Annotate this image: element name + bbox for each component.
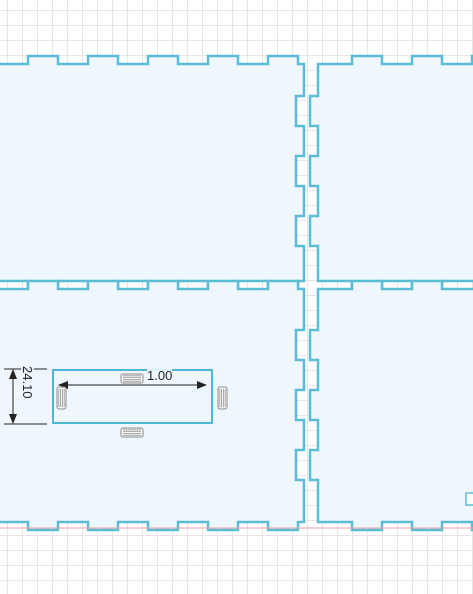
box-panel-bottom-right[interactable] — [308, 279, 473, 532]
height-dimension-label[interactable]: 24.10 — [20, 366, 35, 399]
resize-handle-vertical-icon[interactable] — [56, 386, 67, 410]
resize-handle-horizontal-icon[interactable] — [120, 373, 144, 384]
design-canvas[interactable]: 1.00 24.10 — [0, 0, 473, 594]
width-dimension-label[interactable]: 1.00 — [147, 369, 173, 382]
corner-resize-handle[interactable] — [465, 492, 473, 506]
box-panel-top-right[interactable] — [308, 54, 473, 291]
resize-handle-horizontal-icon[interactable] — [120, 427, 144, 438]
resize-handle-vertical-icon[interactable] — [217, 386, 228, 410]
box-panel-bottom-left[interactable] — [0, 279, 306, 532]
box-panel-top-left[interactable] — [0, 54, 306, 291]
panel-layer — [0, 54, 473, 532]
